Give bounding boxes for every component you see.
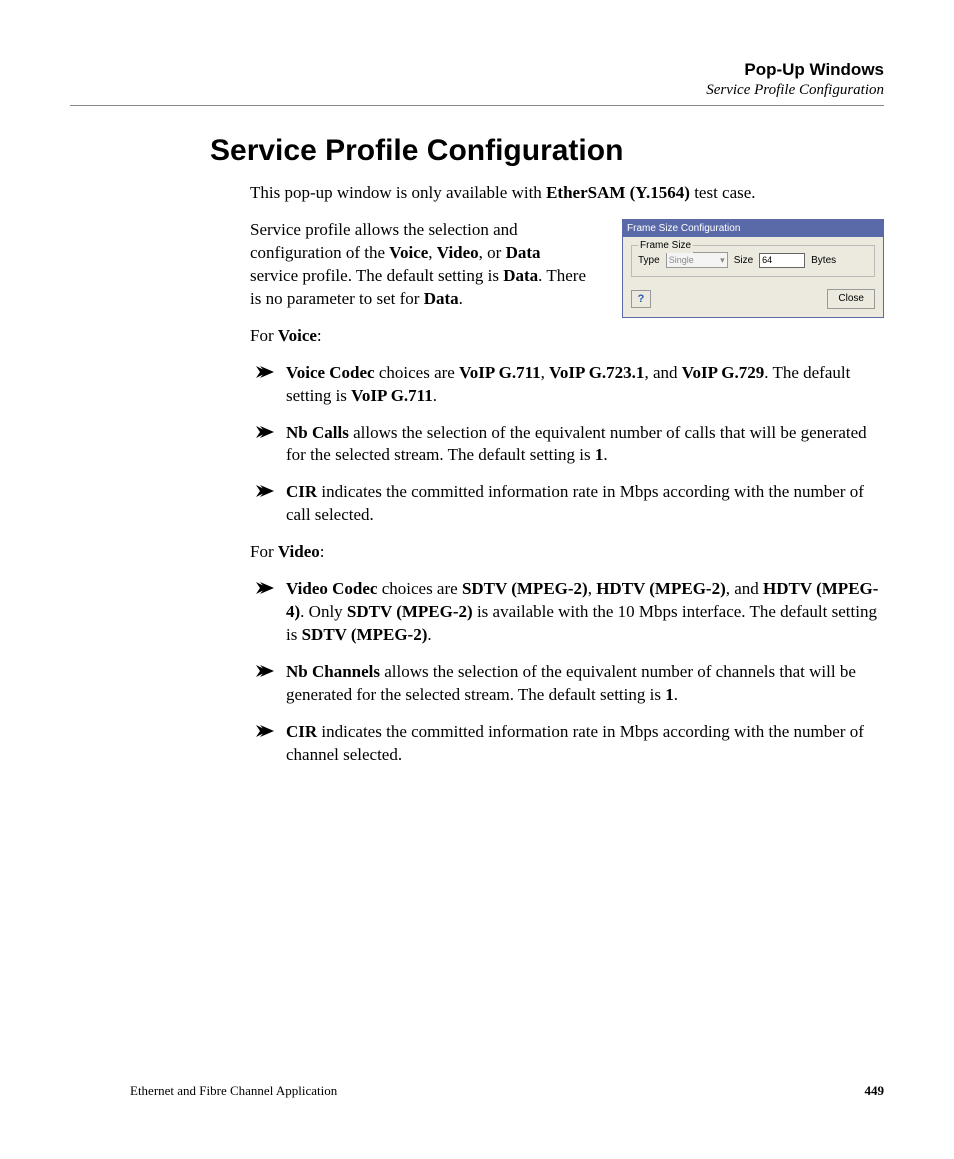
section-heading: Service Profile Configuration bbox=[210, 134, 884, 168]
help-button[interactable]: ? bbox=[631, 290, 651, 308]
list-item: Nb Calls allows the selection of the equ… bbox=[250, 422, 884, 468]
arrow-icon bbox=[256, 582, 274, 594]
frame-size-fieldset: Frame Size Type Single ▾ Size 64 Bytes bbox=[631, 245, 875, 277]
footer-left: Ethernet and Fibre Channel Application bbox=[130, 1083, 337, 1099]
unit-label: Bytes bbox=[811, 254, 836, 268]
frame-size-config-dialog: Frame Size Configuration Frame Size Type… bbox=[622, 219, 884, 318]
list-item: Nb Channels allows the selection of the … bbox=[250, 661, 884, 707]
size-label: Size bbox=[734, 254, 753, 268]
header-subtitle: Service Profile Configuration bbox=[70, 82, 884, 99]
arrow-icon bbox=[256, 366, 274, 378]
header-title: Pop-Up Windows bbox=[70, 60, 884, 80]
voice-heading: For Voice: bbox=[250, 325, 884, 348]
close-button[interactable]: Close bbox=[827, 289, 875, 309]
list-item: CIR indicates the committed information … bbox=[250, 481, 884, 527]
type-label: Type bbox=[638, 254, 660, 268]
arrow-icon bbox=[256, 665, 274, 677]
intro-paragraph-1: This pop-up window is only available wit… bbox=[250, 182, 884, 205]
chevron-down-icon: ▾ bbox=[720, 254, 725, 266]
video-heading: For Video: bbox=[250, 541, 884, 564]
dialog-title: Frame Size Configuration bbox=[623, 220, 883, 238]
list-item: Voice Codec choices are VoIP G.711, VoIP… bbox=[250, 362, 884, 408]
video-list: Video Codec choices are SDTV (MPEG-2), H… bbox=[250, 578, 884, 767]
type-select[interactable]: Single ▾ bbox=[666, 252, 728, 268]
help-icon: ? bbox=[638, 292, 645, 307]
page-footer: Ethernet and Fibre Channel Application 4… bbox=[130, 1083, 884, 1099]
arrow-icon bbox=[256, 485, 274, 497]
intro-paragraph-2: Service profile allows the selection and… bbox=[250, 219, 590, 311]
voice-list: Voice Codec choices are VoIP G.711, VoIP… bbox=[250, 362, 884, 528]
fieldset-legend: Frame Size bbox=[638, 239, 693, 253]
page-header: Pop-Up Windows Service Profile Configura… bbox=[70, 60, 884, 99]
page-number: 449 bbox=[865, 1083, 885, 1099]
arrow-icon bbox=[256, 426, 274, 438]
list-item: CIR indicates the committed information … bbox=[250, 721, 884, 767]
list-item: Video Codec choices are SDTV (MPEG-2), H… bbox=[250, 578, 884, 647]
arrow-icon bbox=[256, 725, 274, 737]
size-input[interactable]: 64 bbox=[759, 253, 805, 268]
header-rule bbox=[70, 105, 884, 106]
